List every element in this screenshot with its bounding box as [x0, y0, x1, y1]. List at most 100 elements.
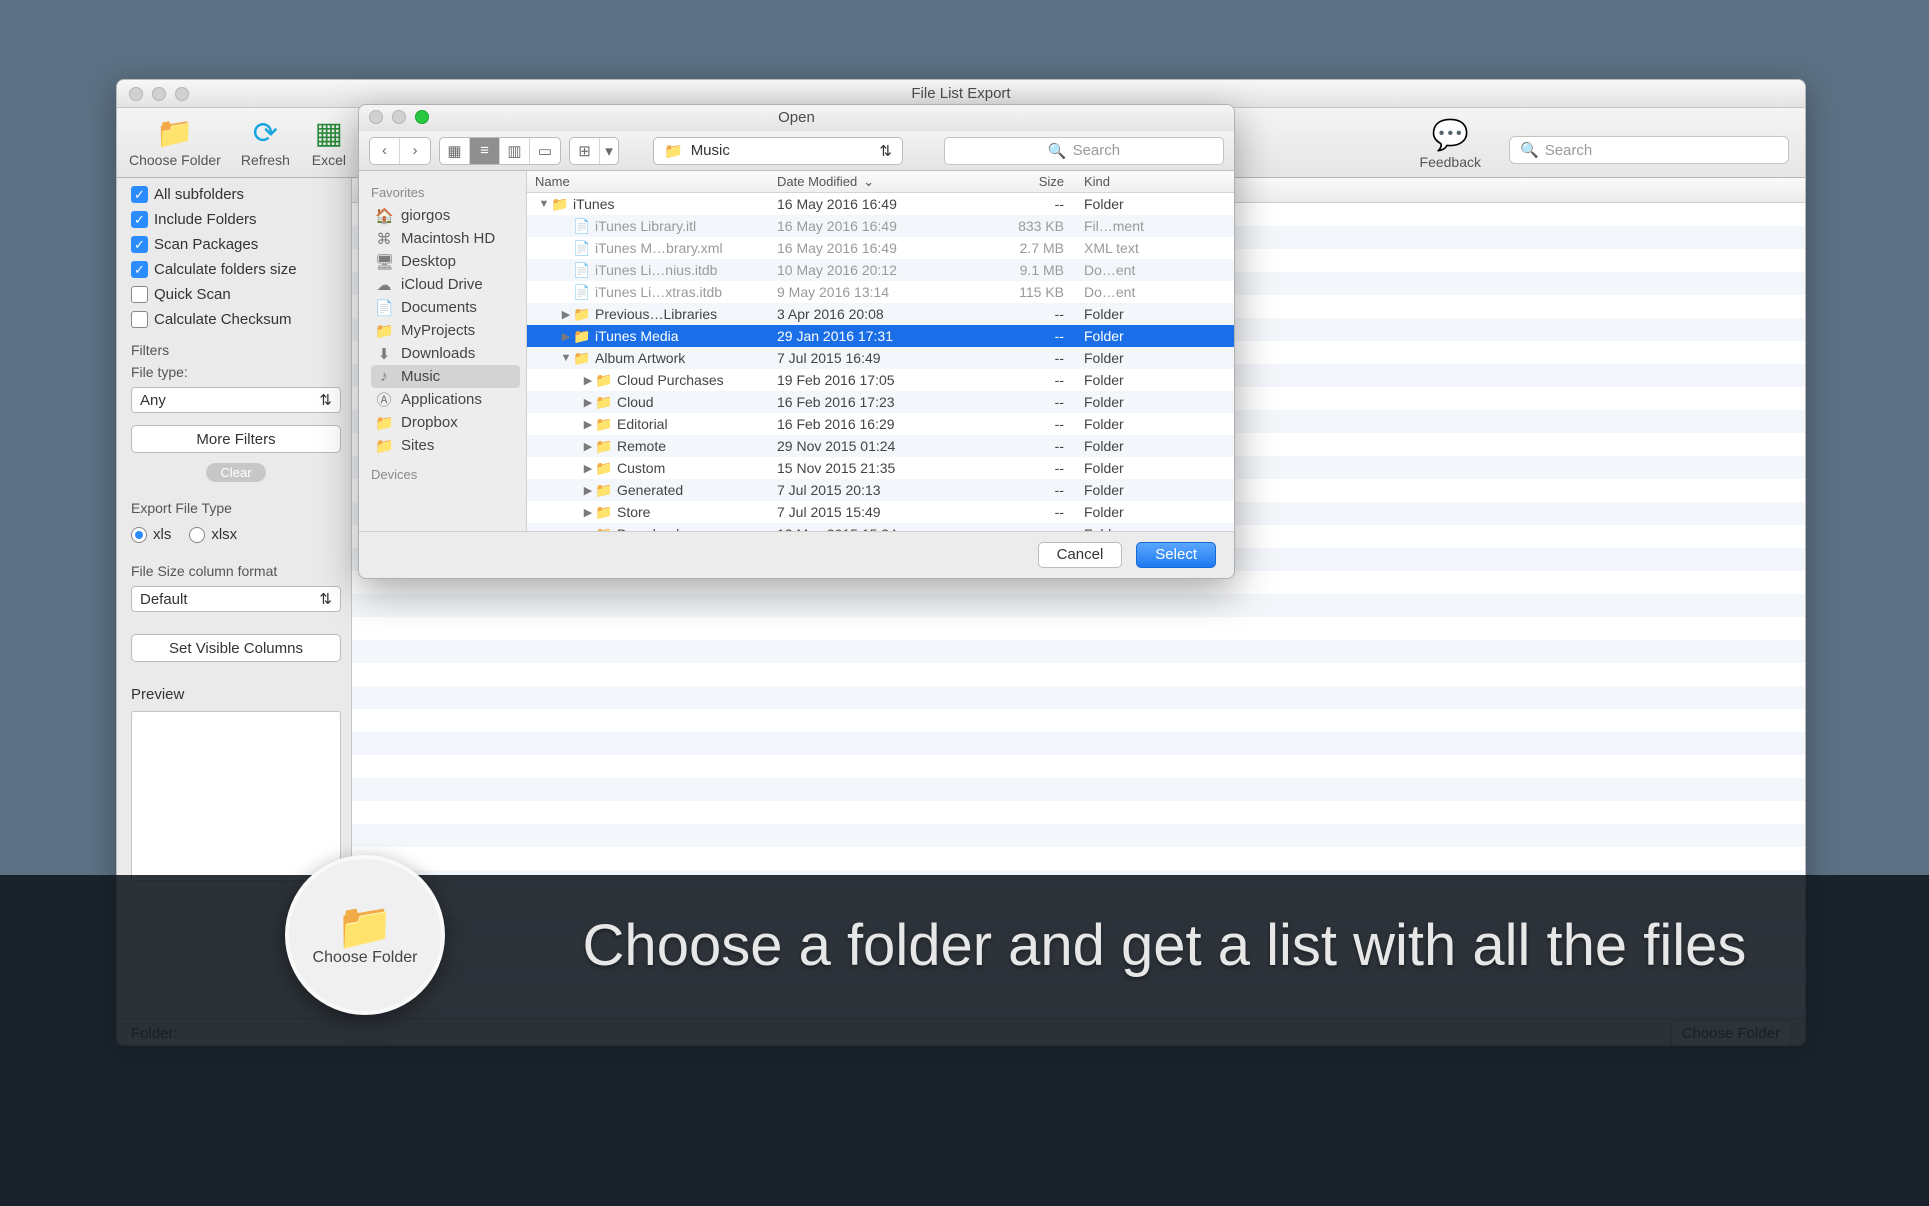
disclosure-icon[interactable]: ▶ — [581, 528, 595, 532]
file-size: -- — [992, 347, 1074, 369]
file-row[interactable]: ▶📁Store7 Jul 2015 15:49--Folder — [527, 501, 1234, 523]
file-row[interactable]: ▶📁Editorial16 Feb 2016 16:29--Folder — [527, 413, 1234, 435]
open-search[interactable]: 🔍 Search — [944, 137, 1224, 165]
cancel-button[interactable]: Cancel — [1038, 542, 1123, 568]
favorite-item[interactable]: ⌘Macintosh HD — [371, 227, 520, 250]
folder-icon: 📁 — [573, 350, 591, 367]
file-row[interactable]: ▶📁Previous…Libraries3 Apr 2016 20:08--Fo… — [527, 303, 1234, 325]
favorite-item[interactable]: 📁Sites — [371, 434, 520, 457]
view-mode-segment[interactable]: ▦ ≡ ▥ ▭ — [439, 137, 561, 165]
path-dropdown[interactable]: 📁Music ⇅ — [653, 137, 903, 165]
close-dot[interactable] — [369, 110, 383, 124]
favorite-item[interactable]: 🖥Desktop — [371, 250, 520, 273]
favorite-item[interactable]: ♪Music — [371, 365, 520, 388]
nav-back-forward[interactable]: ‹ › — [369, 137, 431, 165]
file-row[interactable]: ▼📁Album Artwork7 Jul 2015 16:49--Folder — [527, 347, 1234, 369]
favorite-label: Downloads — [401, 345, 475, 362]
file-row[interactable]: ▼📁iTunes16 May 2016 16:49--Folder — [527, 193, 1234, 215]
favorite-item[interactable]: 📄Documents — [371, 296, 520, 319]
disclosure-icon[interactable]: ▶ — [559, 330, 573, 343]
disclosure-icon[interactable]: ▶ — [581, 440, 595, 453]
file-name: iTunes Li…nius.itdb — [595, 262, 717, 278]
disclosure-icon[interactable]: ▶ — [581, 396, 595, 409]
feedback-button[interactable]: 💬 Feedback — [1420, 116, 1481, 170]
file-row[interactable]: 📄iTunes Library.itl16 May 2016 16:49833 … — [527, 215, 1234, 237]
file-row[interactable]: 📄iTunes Li…nius.itdb10 May 2016 20:129.1… — [527, 259, 1234, 281]
traffic-lights[interactable] — [129, 87, 189, 101]
col-size[interactable]: Size — [992, 174, 1074, 189]
file-name: Custom — [617, 460, 665, 476]
file-row[interactable]: ▶📁Cloud Purchases19 Feb 2016 17:05--Fold… — [527, 369, 1234, 391]
chk-calc-checksum[interactable]: Calculate Checksum — [131, 311, 341, 328]
file-row[interactable]: ▶📁Remote29 Nov 2015 01:24--Folder — [527, 435, 1234, 457]
file-name: Store — [617, 504, 650, 520]
open-titlebar: Open — [359, 105, 1234, 131]
radio-xlsx[interactable]: xlsx — [189, 526, 237, 543]
disclosure-icon[interactable]: ▼ — [537, 198, 551, 210]
favorites-heading: Favorites — [371, 185, 520, 200]
icon-view-button[interactable]: ▦ — [440, 138, 470, 164]
file-name: Download — [617, 526, 679, 531]
forward-button[interactable]: › — [400, 138, 430, 164]
zoom-dot[interactable] — [415, 110, 429, 124]
file-row[interactable]: ▶📁Generated7 Jul 2015 20:13--Folder — [527, 479, 1234, 501]
chk-calc-folders-size[interactable]: ✓Calculate folders size — [131, 261, 341, 278]
favorite-item[interactable]: 📁Dropbox — [371, 411, 520, 434]
favorite-item[interactable]: 📁MyProjects — [371, 319, 520, 342]
file-date: 29 Nov 2015 01:24 — [777, 435, 992, 457]
disclosure-icon[interactable]: ▶ — [581, 374, 595, 387]
file-size: -- — [992, 303, 1074, 325]
file-row[interactable]: ▶📁Download12 May 2015 15:34--Folder — [527, 523, 1234, 531]
favorite-item[interactable]: ⒶApplications — [371, 388, 520, 411]
filesize-format-select[interactable]: Default⇅ — [131, 586, 341, 612]
clear-filters-button[interactable]: Clear — [206, 463, 265, 482]
arrange-menu[interactable]: ⊞ ▾ — [569, 137, 619, 165]
chk-quick-scan[interactable]: Quick Scan — [131, 286, 341, 303]
file-name: iTunes — [573, 196, 615, 212]
toolbar-search[interactable]: 🔍 Search — [1509, 136, 1789, 164]
close-dot[interactable] — [129, 87, 143, 101]
minimize-dot[interactable] — [392, 110, 406, 124]
disclosure-icon[interactable]: ▶ — [581, 484, 595, 497]
chk-all-subfolders[interactable]: ✓All subfolders — [131, 186, 341, 203]
choose-folder-button[interactable]: 📁 Choose Folder — [129, 114, 221, 168]
back-button[interactable]: ‹ — [370, 138, 400, 164]
disclosure-icon[interactable]: ▶ — [581, 462, 595, 475]
folder-icon: 📁 — [595, 504, 613, 521]
favorite-item[interactable]: 🏠giorgos — [371, 204, 520, 227]
select-button[interactable]: Select — [1136, 542, 1216, 568]
set-visible-columns-button[interactable]: Set Visible Columns — [131, 634, 341, 662]
excel-label: Excel — [312, 152, 346, 168]
more-filters-button[interactable]: More Filters — [131, 425, 341, 453]
file-row[interactable]: 📄iTunes Li…xtras.itdb9 May 2016 13:14115… — [527, 281, 1234, 303]
favorite-icon: 📄 — [375, 299, 393, 317]
promo-badge: 📁 Choose Folder — [285, 855, 445, 1015]
col-date[interactable]: Date Modified — [777, 174, 857, 189]
file-row[interactable]: ▶📁Cloud16 Feb 2016 17:23--Folder — [527, 391, 1234, 413]
minimize-dot[interactable] — [152, 87, 166, 101]
disclosure-icon[interactable]: ▶ — [559, 308, 573, 321]
coverflow-view-button[interactable]: ▭ — [530, 138, 560, 164]
col-kind[interactable]: Kind — [1074, 174, 1234, 189]
file-row[interactable]: 📄iTunes M…brary.xml16 May 2016 16:492.7 … — [527, 237, 1234, 259]
col-name[interactable]: Name — [527, 174, 777, 189]
list-view-button[interactable]: ≡ — [470, 138, 500, 164]
disclosure-icon[interactable]: ▼ — [559, 352, 573, 364]
disclosure-icon[interactable]: ▶ — [581, 506, 595, 519]
open-columns-header[interactable]: Name Date Modified⌄ Size Kind — [527, 171, 1234, 193]
chevron-down-icon: ▾ — [600, 138, 618, 164]
file-row[interactable]: ▶📁iTunes Media29 Jan 2016 17:31--Folder — [527, 325, 1234, 347]
chk-scan-packages[interactable]: ✓Scan Packages — [131, 236, 341, 253]
refresh-button[interactable]: ⟳ Refresh — [241, 114, 290, 168]
excel-icon: ▦ — [310, 114, 348, 152]
column-view-button[interactable]: ▥ — [500, 138, 530, 164]
favorite-item[interactable]: ⬇Downloads — [371, 342, 520, 365]
file-type-select[interactable]: Any⇅ — [131, 387, 341, 413]
radio-xls[interactable]: xls — [131, 526, 171, 543]
disclosure-icon[interactable]: ▶ — [581, 418, 595, 431]
excel-button[interactable]: ▦ Excel — [310, 114, 348, 168]
favorite-item[interactable]: ☁iCloud Drive — [371, 273, 520, 296]
chk-include-folders[interactable]: ✓Include Folders — [131, 211, 341, 228]
file-row[interactable]: ▶📁Custom15 Nov 2015 21:35--Folder — [527, 457, 1234, 479]
zoom-dot[interactable] — [175, 87, 189, 101]
